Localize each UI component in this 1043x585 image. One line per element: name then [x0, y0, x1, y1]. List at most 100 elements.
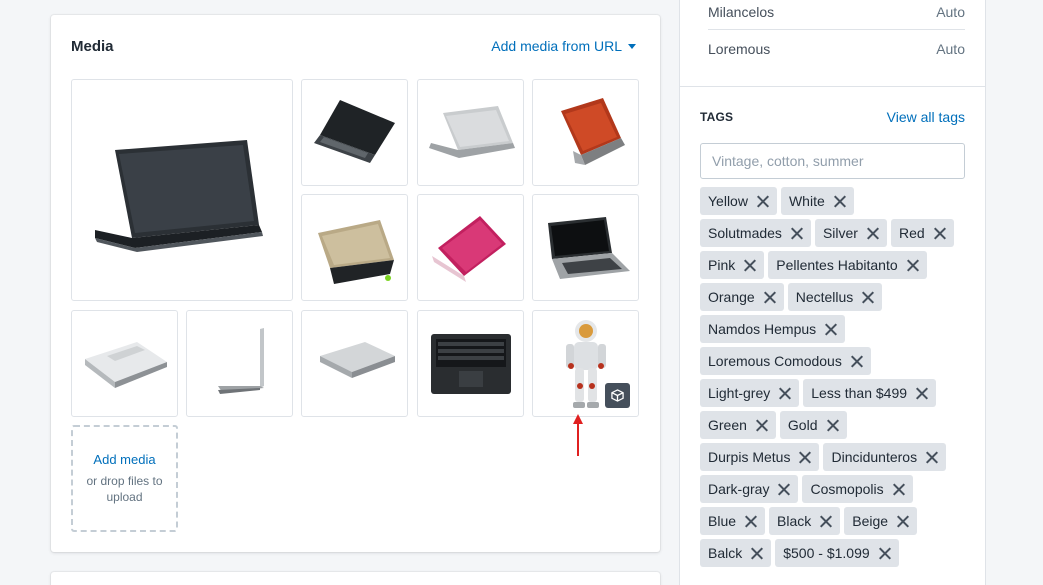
- 3d-model-icon: [605, 383, 630, 408]
- media-item-11[interactable]: [417, 310, 524, 417]
- remove-tag-icon[interactable]: [763, 291, 776, 304]
- remove-tag-icon[interactable]: [896, 515, 909, 528]
- channel-row: Milancelos Auto: [708, 4, 965, 20]
- add-media-dropzone[interactable]: Add media or drop files to upload: [71, 425, 178, 532]
- laptop-image-9: [217, 327, 264, 394]
- tag-chip: Cosmopolis: [802, 475, 913, 503]
- tag-label: Dark-gray: [708, 481, 770, 497]
- remove-tag-icon[interactable]: [861, 291, 874, 304]
- add-media-from-url-label: Add media from URL: [491, 38, 622, 54]
- remove-tag-icon[interactable]: [925, 451, 938, 464]
- tag-label: Less than $499: [811, 385, 908, 401]
- tag-row: Balck $500 - $1.099: [700, 539, 970, 567]
- tag-label: Loremous Comodous: [708, 353, 842, 369]
- remove-tag-icon[interactable]: [819, 515, 832, 528]
- tag-label: $500 - $1.099: [783, 545, 870, 561]
- media-item-2[interactable]: [301, 79, 408, 186]
- tag-chip: Red: [890, 219, 954, 247]
- divider: [708, 29, 965, 30]
- tag-chip: Pink: [700, 251, 765, 279]
- remove-tag-icon[interactable]: [744, 515, 757, 528]
- tag-label: Green: [708, 417, 747, 433]
- laptop-image-2: [313, 100, 395, 163]
- tag-chip: Green: [700, 411, 776, 439]
- laptop-image-1: [95, 140, 263, 252]
- media-item-10[interactable]: [301, 310, 408, 417]
- media-item-3[interactable]: [417, 79, 524, 186]
- caret-down-icon: [628, 43, 636, 49]
- remove-tag-icon[interactable]: [743, 259, 756, 272]
- tag-chip: Dark-gray: [700, 475, 799, 503]
- astronaut-3d-model: [565, 319, 606, 408]
- remove-tag-icon[interactable]: [878, 547, 891, 560]
- sidebar: Milancelos Auto Loremous Auto TAGS View …: [679, 0, 986, 585]
- media-item-8[interactable]: [71, 310, 178, 417]
- tag-chip: Blue: [700, 507, 766, 535]
- tag-label: Silver: [822, 225, 858, 241]
- tag-chip: Gold: [779, 411, 847, 439]
- remove-tag-icon[interactable]: [755, 419, 768, 432]
- tag-chip: Less than $499: [803, 379, 937, 407]
- remove-tag-icon[interactable]: [892, 483, 905, 496]
- tag-row: Orange Nectellus: [700, 283, 970, 311]
- remove-tag-icon[interactable]: [756, 195, 769, 208]
- remove-tag-icon[interactable]: [798, 451, 811, 464]
- laptop-image-10: [319, 341, 395, 378]
- remove-tag-icon[interactable]: [777, 483, 790, 496]
- tag-row: Loremous Comodous: [700, 347, 970, 375]
- add-media-link[interactable]: Add media: [93, 452, 155, 467]
- next-section-card: [51, 572, 660, 585]
- laptop-image-7: [547, 216, 630, 279]
- media-item-5[interactable]: [301, 194, 408, 301]
- remove-tag-icon[interactable]: [790, 227, 803, 240]
- add-media-from-url-button[interactable]: Add media from URL: [491, 38, 636, 54]
- remove-tag-icon[interactable]: [850, 355, 863, 368]
- laptop-image-4: [561, 97, 625, 165]
- media-item-4[interactable]: [532, 79, 639, 186]
- remove-tag-icon[interactable]: [915, 387, 928, 400]
- remove-tag-icon[interactable]: [933, 227, 946, 240]
- tags-input[interactable]: [700, 143, 965, 179]
- tag-label: Nectellus: [795, 289, 854, 305]
- remove-tag-icon[interactable]: [750, 547, 763, 560]
- tag-chip: Nectellus: [787, 283, 883, 311]
- tag-label: Solutmades: [708, 225, 782, 241]
- remove-tag-icon[interactable]: [778, 387, 791, 400]
- media-item-9[interactable]: [186, 310, 293, 417]
- remove-tag-icon[interactable]: [824, 323, 837, 336]
- laptop-image-6: [432, 215, 506, 282]
- laptop-image-8: [85, 341, 167, 388]
- drop-files-hint: or drop files to upload: [86, 474, 163, 504]
- remove-tag-icon[interactable]: [826, 419, 839, 432]
- tag-label: Light-grey: [708, 385, 771, 401]
- tag-label: Durpis Metus: [708, 449, 791, 465]
- tag-label: Dincidunteros: [831, 449, 918, 465]
- media-title: Media: [71, 38, 114, 55]
- media-item-featured[interactable]: [71, 79, 293, 301]
- channel-value: Auto: [936, 41, 965, 57]
- tag-chip: Namdos Hempus: [700, 315, 846, 343]
- media-item-6[interactable]: [417, 194, 524, 301]
- channel-name: Milancelos: [708, 4, 775, 20]
- media-card: Media Add media from URL Add media or dr…: [51, 15, 660, 552]
- laptop-image-5: [317, 219, 394, 284]
- tag-row: Solutmades Silver Red: [700, 219, 970, 247]
- tag-chip: Solutmades: [700, 219, 811, 247]
- media-item-7[interactable]: [532, 194, 639, 301]
- tag-label: Cosmopolis: [810, 481, 884, 497]
- media-item-3d-model[interactable]: [532, 310, 639, 417]
- tag-row: Durpis Metus Dincidunteros: [700, 443, 970, 471]
- tag-chip: Black: [769, 507, 841, 535]
- tag-chip: Dincidunteros: [823, 443, 947, 471]
- tag-label: Namdos Hempus: [708, 321, 817, 337]
- remove-tag-icon[interactable]: [833, 195, 846, 208]
- view-all-tags-link[interactable]: View all tags: [887, 109, 965, 125]
- tag-chip: $500 - $1.099: [775, 539, 899, 567]
- tag-chip: White: [780, 187, 854, 215]
- tag-chip: Durpis Metus: [700, 443, 820, 471]
- remove-tag-icon[interactable]: [866, 227, 879, 240]
- tag-chip: Pellentes Habitanto: [768, 251, 927, 279]
- tag-label: Black: [777, 513, 812, 529]
- channel-name: Loremous: [708, 41, 771, 57]
- remove-tag-icon[interactable]: [906, 259, 919, 272]
